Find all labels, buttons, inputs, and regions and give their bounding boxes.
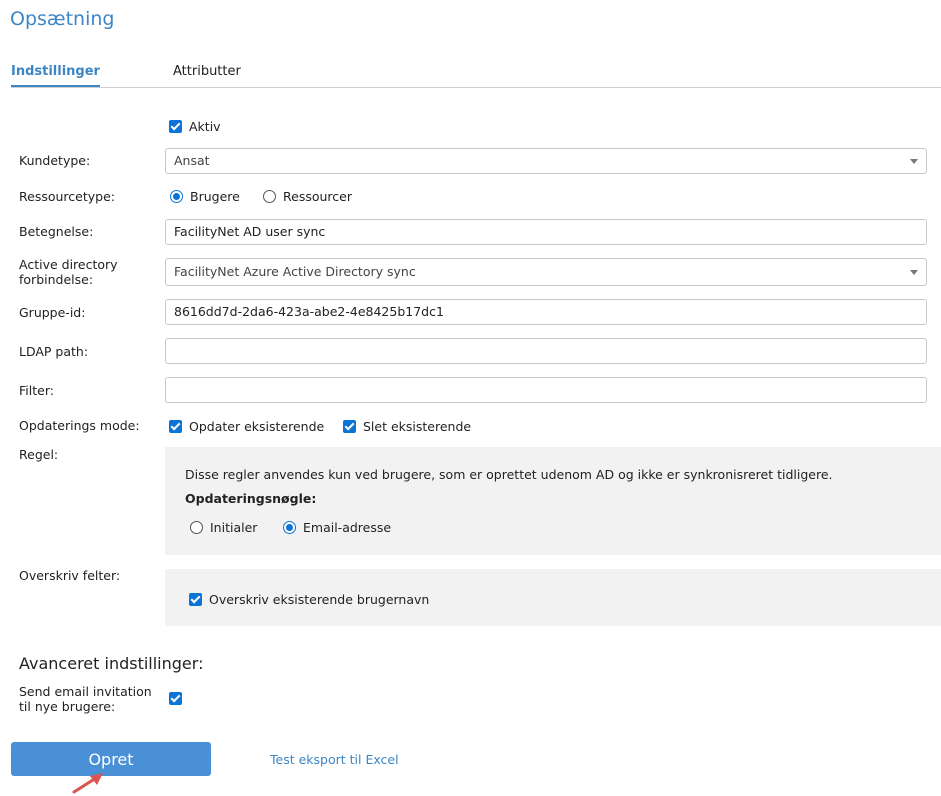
page-title: Opsætning xyxy=(10,8,115,30)
overskriv-brugernavn-option[interactable]: Overskriv eksisterende brugernavn xyxy=(189,592,429,607)
send-invite-label: Send email invitation til nye brugere: xyxy=(19,684,152,714)
slet-eksisterende-label: Slet eksisterende xyxy=(363,419,472,434)
aktiv-label: Aktiv xyxy=(189,119,221,134)
tab-divider xyxy=(11,87,941,88)
ressourcetype-option-brugere[interactable]: Brugere xyxy=(170,189,240,204)
initialer-option[interactable]: Initialer xyxy=(190,520,257,535)
opdater-eksisterende-label: Opdater eksisterende xyxy=(189,419,325,434)
ressourcetype-label: Ressourcetype: xyxy=(19,189,115,204)
brugere-label: Brugere xyxy=(190,189,240,204)
send-invite-label-line2: til nye brugere: xyxy=(19,699,116,714)
filter-input[interactable] xyxy=(165,377,927,403)
annotation-arrow-icon xyxy=(72,773,103,794)
betegnelse-input[interactable]: FacilityNet AD user sync xyxy=(165,219,927,245)
advanced-heading: Avanceret indstillinger: xyxy=(19,654,204,673)
ressourcetype-option-ressourcer[interactable]: Ressourcer xyxy=(263,189,352,204)
email-adresse-radio[interactable] xyxy=(283,521,296,534)
ad-connection-value: FacilityNet Azure Active Directory sync xyxy=(174,264,416,279)
opdateringsnoegle-heading: Opdateringsnøgle: xyxy=(185,491,317,506)
initialer-label: Initialer xyxy=(210,520,258,535)
opdater-eksisterende-option[interactable]: Opdater eksisterende xyxy=(169,419,324,434)
email-adresse-option[interactable]: Email-adresse xyxy=(283,520,391,535)
tab-attributter[interactable]: Attributter xyxy=(173,64,241,79)
ldap-path-input[interactable] xyxy=(165,338,927,364)
test-export-link[interactable]: Test eksport til Excel xyxy=(270,752,399,767)
regel-label: Regel: xyxy=(19,447,59,462)
ad-connection-label-line1: Active directory xyxy=(19,257,118,272)
send-invite-checkbox[interactable] xyxy=(169,692,182,705)
kundetype-value: Ansat xyxy=(174,153,210,168)
slet-eksisterende-checkbox[interactable] xyxy=(343,420,356,433)
gruppe-id-label: Gruppe-id: xyxy=(19,305,86,320)
betegnelse-label: Betegnelse: xyxy=(19,224,94,239)
kundetype-select[interactable]: Ansat xyxy=(165,148,927,174)
kundetype-label: Kundetype: xyxy=(19,153,91,168)
overskriv-brugernavn-checkbox[interactable] xyxy=(189,593,202,606)
ad-connection-label: Active directory forbindelse: xyxy=(19,257,118,287)
opdater-eksisterende-checkbox[interactable] xyxy=(169,420,182,433)
send-invite-label-line1: Send email invitation xyxy=(19,684,152,699)
initialer-radio[interactable] xyxy=(190,521,203,534)
email-adresse-label: Email-adresse xyxy=(303,520,392,535)
chevron-down-icon xyxy=(910,270,918,275)
filter-label: Filter: xyxy=(19,383,54,398)
gruppe-id-input[interactable]: 8616dd7d-2da6-423a-abe2-4e8425b17dc1 xyxy=(165,299,927,325)
opret-button[interactable]: Opret xyxy=(11,742,211,776)
overskriv-brugernavn-label: Overskriv eksisterende brugernavn xyxy=(209,592,430,607)
ressourcer-radio[interactable] xyxy=(263,190,276,203)
regel-description: Disse regler anvendes kun ved brugere, s… xyxy=(185,467,833,482)
opdaterings-mode-label: Opdaterings mode: xyxy=(19,418,140,433)
tab-indstillinger[interactable]: Indstillinger xyxy=(11,64,100,88)
aktiv-option[interactable]: Aktiv xyxy=(169,119,221,134)
ad-connection-select[interactable]: FacilityNet Azure Active Directory sync xyxy=(165,258,927,286)
ressourcer-label: Ressourcer xyxy=(283,189,352,204)
chevron-down-icon xyxy=(910,159,918,164)
ldap-path-label: LDAP path: xyxy=(19,344,89,359)
ad-connection-label-line2: forbindelse: xyxy=(19,272,94,287)
aktiv-checkbox[interactable] xyxy=(169,120,182,133)
brugere-radio[interactable] xyxy=(170,190,183,203)
overskriv-label: Overskriv felter: xyxy=(19,568,121,583)
slet-eksisterende-option[interactable]: Slet eksisterende xyxy=(343,419,471,434)
